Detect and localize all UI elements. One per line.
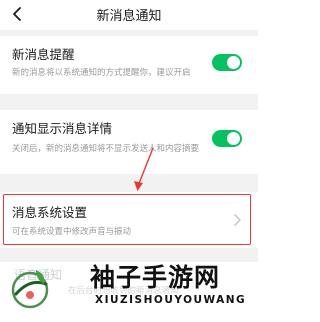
watermark-site-domain: XIUZISHOUYOUWANG bbox=[95, 294, 247, 306]
setting-desc: 新的消息将以系统通知的方式提醒你，建议开启 bbox=[12, 68, 191, 78]
toggle-knob bbox=[227, 56, 240, 69]
setting-desc: 关闭后，新的消息通知将不显示发送人和内容摘要 bbox=[12, 144, 200, 154]
watermark-logo-icon bbox=[11, 270, 49, 309]
new-message-alert-toggle[interactable] bbox=[212, 54, 242, 71]
highlight-annotation-box bbox=[3, 194, 251, 245]
setting-row-show-message-details: 通知显示消息详情 关闭后，新的消息通知将不显示发送人和内容摘要 bbox=[0, 110, 258, 174]
section-divider bbox=[0, 174, 258, 192]
notification-settings-screen: 新消息通知 新消息提醒 新的消息将以系统通知的方式提醒你，建议开启 通知显示消息… bbox=[0, 0, 258, 322]
setting-title: 通知显示消息详情 bbox=[12, 121, 113, 136]
setting-row-new-message-alert: 新消息提醒 新的消息将以系统通知的方式提醒你，建议开启 bbox=[0, 36, 258, 94]
top-bar: 新消息通知 bbox=[0, 0, 258, 30]
section-divider bbox=[0, 94, 258, 110]
show-message-details-toggle[interactable] bbox=[212, 130, 242, 147]
toggle-knob bbox=[227, 132, 240, 145]
watermark-site-name: 袖子手游网 bbox=[90, 263, 221, 292]
setting-title: 新消息提醒 bbox=[12, 47, 75, 62]
page-title: 新消息通知 bbox=[96, 9, 162, 24]
